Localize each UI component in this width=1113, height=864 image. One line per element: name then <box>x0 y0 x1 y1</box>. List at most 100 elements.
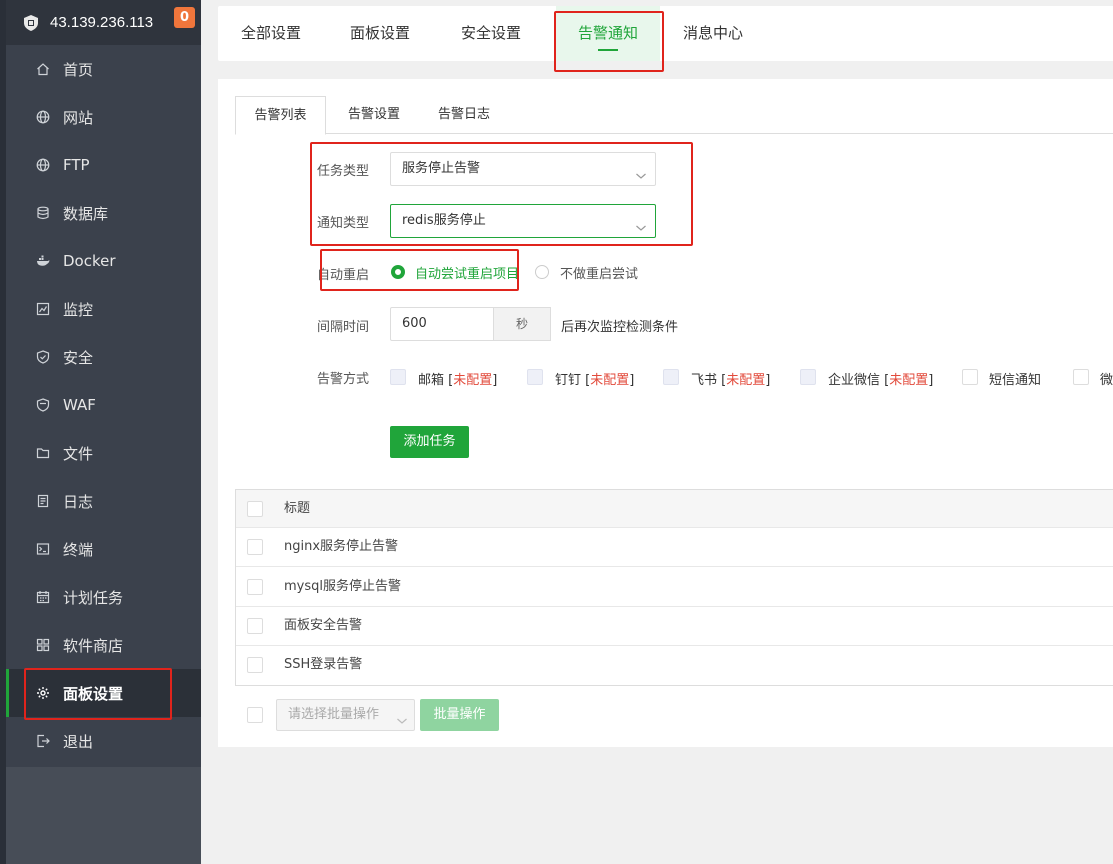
database-icon <box>36 206 50 220</box>
server-header: 43.139.236.113 0 <box>6 0 201 45</box>
tab-security-settings[interactable]: 安全设置 <box>461 6 521 61</box>
terminal-icon <box>36 542 50 556</box>
sidebar-nav: 首页 网站 FTP 数据库 Docker 监控 安全 WAF 文件 日志 终端 … <box>6 45 201 767</box>
shield-icon <box>36 398 50 412</box>
table-row: nginx服务停止告警 <box>236 528 1113 567</box>
sidebar-item-label: 文件 <box>63 444 94 463</box>
tab-all-settings[interactable]: 全部设置 <box>241 6 301 61</box>
grid-icon <box>36 638 50 652</box>
method-dingtalk-checkbox[interactable] <box>527 369 543 385</box>
method-wecom-checkbox[interactable] <box>800 369 816 385</box>
interval-value: 600 <box>402 316 427 331</box>
sidebar-item-logs[interactable]: 日志 <box>6 477 201 525</box>
sidebar-item-label: 安全 <box>63 348 94 367</box>
add-task-button[interactable]: 添加任务 <box>390 426 469 458</box>
method-sms-text[interactable]: 短信通知 <box>989 369 1041 388</box>
sidebar-item-label: 网站 <box>63 108 94 127</box>
sidebar-item-terminal[interactable]: 终端 <box>6 525 201 573</box>
row-checkbox[interactable] <box>247 539 263 555</box>
task-type-select[interactable]: 服务停止告警 <box>390 152 656 186</box>
sidebar-item-label: 软件商店 <box>63 636 124 655</box>
bt-logo-icon <box>22 14 40 32</box>
notify-type-label: 通知类型 <box>317 216 370 231</box>
sidebar-item-ftp[interactable]: FTP <box>6 141 201 189</box>
method-sms-checkbox[interactable] <box>962 369 978 385</box>
sidebar-footer <box>6 767 201 864</box>
notify-type-select[interactable]: redis服务停止 <box>390 204 656 238</box>
batch-placeholder: 请选择批量操作 <box>288 707 380 722</box>
method-wecom-text[interactable]: 企业微信 [未配置] <box>828 369 933 388</box>
method-name: 钉钉 <box>555 373 582 388</box>
sidebar-item-label: WAF <box>63 396 96 414</box>
sidebar-item-monitor[interactable]: 监控 <box>6 285 201 333</box>
subtab-alert-list[interactable]: 告警列表 <box>235 96 326 135</box>
batch-action-select[interactable]: 请选择批量操作 <box>276 699 415 731</box>
not-configured-text: 未配置 <box>889 373 929 388</box>
subtab-alert-settings[interactable]: 告警设置 <box>332 96 416 134</box>
row-checkbox[interactable] <box>247 579 263 595</box>
method-dingtalk-text[interactable]: 钉钉 [未配置] <box>555 369 634 388</box>
sidebar-item-cron[interactable]: 计划任务 <box>6 573 201 621</box>
sidebar-item-label: 日志 <box>63 492 94 511</box>
sidebar-item-home[interactable]: 首页 <box>6 45 201 93</box>
tab-alert-notify[interactable]: 告警通知 <box>556 6 660 61</box>
sidebar-item-logout[interactable]: 退出 <box>6 717 201 765</box>
docker-icon <box>36 254 50 268</box>
tab-panel-settings[interactable]: 面板设置 <box>350 6 410 61</box>
alert-panel: 告警列表 告警设置 告警日志 任务类型 服务停止告警 通知类型 redis服务停… <box>218 79 1113 747</box>
method-feishu-text[interactable]: 飞书 [未配置] <box>691 369 770 388</box>
chevron-down-icon <box>635 215 647 231</box>
server-ip: 43.139.236.113 <box>50 14 154 31</box>
method-email-text[interactable]: 邮箱 [未配置] <box>418 369 497 388</box>
globe-icon <box>36 110 50 124</box>
sidebar-item-website[interactable]: 网站 <box>6 93 201 141</box>
sidebar-item-panel-settings[interactable]: 面板设置 <box>6 669 201 717</box>
subtab-alert-logs[interactable]: 告警日志 <box>422 96 506 134</box>
not-configured-text: 未配置 <box>726 373 766 388</box>
sidebar-item-label: 退出 <box>63 732 94 751</box>
chevron-down-icon <box>396 709 408 724</box>
alert-method-label: 告警方式 <box>317 372 370 387</box>
method-name: 邮箱 <box>418 373 445 388</box>
table-row: 面板安全告警 <box>236 607 1113 646</box>
batch-action-button[interactable]: 批量操作 <box>420 699 499 731</box>
not-configured-text: 未配置 <box>590 373 630 388</box>
method-email-checkbox[interactable] <box>390 369 406 385</box>
sidebar-item-security[interactable]: 安全 <box>6 333 201 381</box>
logout-icon <box>36 734 50 748</box>
restart-on-text[interactable]: 自动尝试重启项目 <box>415 263 519 282</box>
column-header-title: 标题 <box>284 501 311 516</box>
method-wechat-checkbox[interactable] <box>1073 369 1089 385</box>
sidebar-item-label: 监控 <box>63 300 94 319</box>
batch-select-all-checkbox[interactable] <box>247 707 263 723</box>
row-title: mysql服务停止告警 <box>284 579 401 594</box>
select-all-checkbox[interactable] <box>247 501 263 517</box>
home-icon <box>36 62 50 76</box>
table-row: SSH登录告警 <box>236 646 1113 685</box>
sidebar-item-files[interactable]: 文件 <box>6 429 201 477</box>
restart-on-radio[interactable] <box>391 265 405 279</box>
sidebar-item-waf[interactable]: WAF <box>6 381 201 429</box>
monitor-chart-icon <box>36 302 50 316</box>
restart-off-radio[interactable] <box>535 265 549 279</box>
method-wechat-text[interactable]: 微 <box>1100 369 1113 388</box>
row-checkbox[interactable] <box>247 657 263 673</box>
calendar-icon <box>36 590 50 604</box>
row-title: nginx服务停止告警 <box>284 539 399 554</box>
sidebar-item-label: 面板设置 <box>63 684 124 703</box>
interval-suffix: 后再次监控检测条件 <box>561 320 679 335</box>
row-title: SSH登录告警 <box>284 657 363 672</box>
sidebar-item-database[interactable]: 数据库 <box>6 189 201 237</box>
tab-message-center[interactable]: 消息中心 <box>683 6 743 61</box>
interval-input[interactable]: 600 <box>390 307 494 341</box>
restart-off-text[interactable]: 不做重启尝试 <box>560 263 638 282</box>
sidebar-item-app-store[interactable]: 软件商店 <box>6 621 201 669</box>
method-feishu-checkbox[interactable] <box>663 369 679 385</box>
shield-check-icon <box>36 350 50 364</box>
method-name: 飞书 <box>691 373 718 388</box>
row-checkbox[interactable] <box>247 618 263 634</box>
row-title: 面板安全告警 <box>284 618 363 633</box>
message-count-badge[interactable]: 0 <box>174 7 195 28</box>
task-type-label: 任务类型 <box>317 164 370 179</box>
sidebar-item-docker[interactable]: Docker <box>6 237 201 285</box>
